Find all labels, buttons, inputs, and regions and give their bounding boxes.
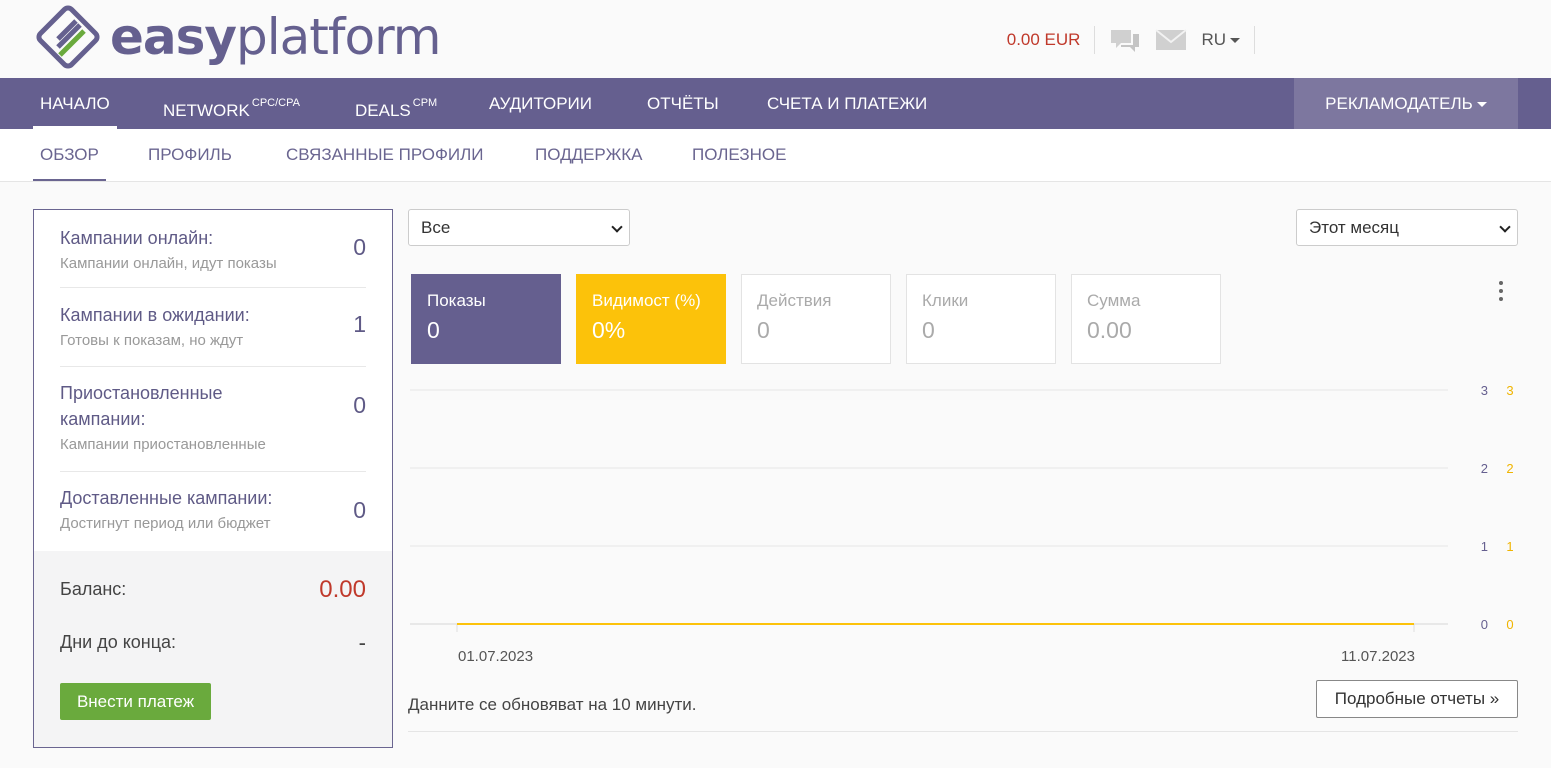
x-tick-label: 11.07.2023	[1341, 648, 1415, 665]
metric-label: Клики	[922, 291, 969, 310]
balance-value: 0.00	[319, 576, 366, 603]
nav-item-network[interactable]: NETWORK CPC/CPA	[163, 78, 300, 129]
metric-value: 0	[757, 317, 770, 343]
metric-card-viewability[interactable]: Видимост (%) 0%	[576, 274, 726, 364]
make-payment-button[interactable]: Внести платеж	[60, 683, 211, 720]
sub-navigation: ОБЗОР ПРОФИЛЬ СВЯЗАННЫЕ ПРОФИЛИ ПОДДЕРЖК…	[0, 129, 1551, 182]
nav-item-deals[interactable]: DEALS CPM	[355, 78, 437, 129]
chat-icon[interactable]	[1109, 24, 1141, 56]
more-options-icon[interactable]	[1497, 281, 1505, 305]
period-filter-select[interactable]: Этот месяц	[1296, 209, 1518, 246]
days-left-row: Дни до конца: -	[60, 630, 366, 655]
tab-support[interactable]: ПОДДЕРЖКА	[535, 129, 643, 181]
chevron-down-icon	[1499, 221, 1511, 233]
y-tick-left: 2	[1481, 461, 1488, 476]
y-tick-left: 0	[1481, 617, 1488, 632]
stat-subtitle: Достигнут период или бюджет	[60, 515, 271, 532]
brand-logo[interactable]: easyplatform	[32, 2, 441, 72]
role-selector[interactable]: РЕКЛАМОДАТЕЛЬ	[1294, 78, 1518, 129]
stat-value: 0	[353, 234, 366, 260]
metric-value: 0	[922, 317, 935, 343]
divider	[60, 366, 366, 367]
metric-label: Сумма	[1087, 291, 1141, 310]
brand-name: easyplatform	[110, 8, 441, 66]
main-navigation: НАЧАЛО NETWORK CPC/CPA DEALS CPM АУДИТОРИИ…	[0, 78, 1551, 129]
stat-value: 1	[353, 311, 366, 337]
stat-title: Кампании в ожидании:	[60, 305, 250, 325]
metric-value: 0%	[592, 317, 626, 343]
nav-item-home[interactable]: НАЧАЛО	[33, 78, 117, 129]
header-tools: 0.00 EUR RU	[1007, 24, 1255, 56]
tab-overview[interactable]: ОБЗОР	[33, 129, 106, 181]
balance-row: Баланс: 0.00	[60, 576, 366, 603]
stat-subtitle: Кампании онлайн, идут показы	[60, 255, 277, 272]
tab-useful[interactable]: ПОЛЕЗНОЕ	[692, 129, 786, 181]
chevron-down-icon	[1476, 102, 1487, 108]
stat-title: Приостановленные кампании:	[60, 383, 223, 429]
stat-campaigns-delivered[interactable]: Доставленные кампании: Достигнут период …	[60, 485, 366, 532]
logo-mark-icon	[36, 5, 100, 69]
stat-value: 0	[353, 497, 366, 523]
tab-linked-profiles[interactable]: СВЯЗАННЫЕ ПРОФИЛИ	[286, 129, 484, 181]
balance-label: Баланс:	[60, 579, 127, 599]
header-balance[interactable]: 0.00 EUR	[1007, 26, 1096, 54]
metric-card-amount[interactable]: Сумма 0.00	[1071, 274, 1221, 364]
metric-card-actions[interactable]: Действия 0	[741, 274, 891, 364]
mail-icon[interactable]	[1155, 28, 1188, 52]
metric-card-impressions[interactable]: Показы 0	[411, 274, 561, 364]
y-tick-right: 3	[1506, 383, 1513, 398]
y-tick-left: 3	[1481, 383, 1488, 398]
metric-label: Действия	[757, 291, 832, 310]
y-tick-right: 1	[1506, 539, 1513, 554]
metric-value: 0	[427, 317, 440, 343]
tab-profile[interactable]: ПРОФИЛЬ	[148, 129, 232, 181]
nav-item-audiences[interactable]: АУДИТОРИИ	[489, 78, 592, 129]
nav-item-reports[interactable]: ОТЧЁТЫ	[647, 78, 719, 129]
divider	[408, 731, 1518, 732]
chevron-down-icon	[1230, 38, 1240, 44]
metric-label: Видимост (%)	[592, 291, 701, 310]
stat-subtitle: Готовы к показам, но ждут	[60, 332, 244, 349]
stat-campaigns-online[interactable]: Кампании онлайн: Кампании онлайн, идут п…	[60, 225, 366, 272]
days-left-value: -	[358, 630, 366, 655]
balance-section: Баланс: 0.00 Дни до конца: - Внести плат…	[34, 551, 392, 747]
stat-value: 0	[353, 392, 366, 418]
stat-title: Доставленные кампании:	[60, 488, 273, 508]
campaign-filter-select[interactable]: Все	[408, 209, 630, 246]
language-selector[interactable]: RU	[1201, 26, 1255, 54]
statistics-chart: 0 0 1 1 2 2 3 3 01.07.2023 11.07.2023	[410, 383, 1514, 665]
metric-card-clicks[interactable]: Клики 0	[906, 274, 1056, 364]
nav-item-billing[interactable]: СЧЕТА И ПЛАТЕЖИ	[767, 78, 927, 129]
chevron-down-icon	[611, 221, 623, 233]
metric-label: Показы	[427, 291, 486, 310]
stat-campaigns-paused[interactable]: Приостановленные кампании: Кампании прио…	[60, 380, 366, 453]
divider	[60, 287, 366, 288]
stat-subtitle: Кампании приостановленные	[60, 436, 266, 453]
x-tick-label: 01.07.2023	[458, 648, 533, 665]
detailed-reports-button[interactable]: Подробные отчеты »	[1316, 680, 1518, 718]
y-tick-left: 1	[1481, 539, 1488, 554]
divider	[60, 471, 366, 472]
days-left-label: Дни до конца:	[60, 632, 177, 652]
campaign-summary-panel: Кампании онлайн: Кампании онлайн, идут п…	[33, 209, 393, 748]
y-tick-right: 2	[1506, 461, 1513, 476]
stat-campaigns-pending[interactable]: Кампании в ожидании: Готовы к показам, н…	[60, 302, 366, 349]
stat-title: Кампании онлайн:	[60, 228, 214, 248]
update-note: Данните се обновяват на 10 минути.	[408, 695, 697, 714]
top-header: easyplatform 0.00 EUR RU	[0, 0, 1551, 78]
y-tick-right: 0	[1506, 617, 1513, 632]
metric-value: 0.00	[1087, 317, 1132, 343]
